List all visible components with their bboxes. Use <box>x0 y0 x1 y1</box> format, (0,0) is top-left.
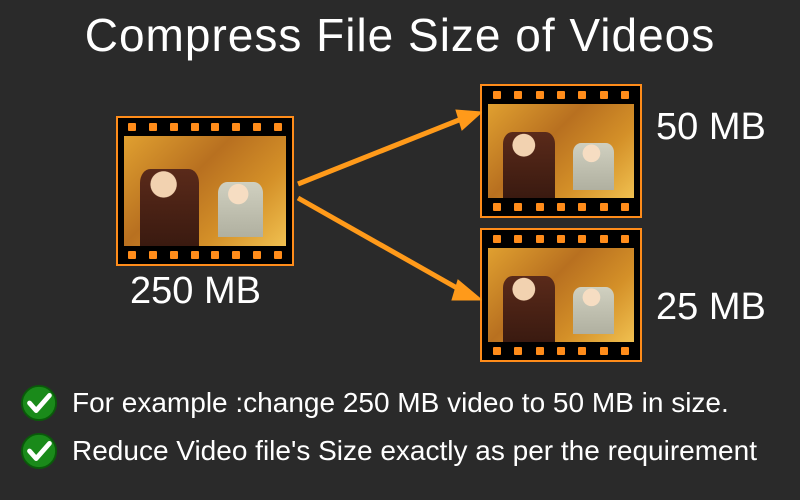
feature-bullet: For example :change 250 MB video to 50 M… <box>20 384 780 422</box>
output-video-thumb-1 <box>480 84 642 218</box>
arrow-to-output-2 <box>296 192 482 304</box>
thumbnail-image <box>488 104 634 198</box>
source-size-label: 250 MB <box>130 270 261 313</box>
feature-bullet: Reduce Video file's Size exactly as per … <box>20 432 780 470</box>
feature-bullets: For example :change 250 MB video to 50 M… <box>20 374 780 480</box>
bullet-text: Reduce Video file's Size exactly as per … <box>72 435 757 467</box>
output-video-thumb-2 <box>480 228 642 362</box>
output-size-label-1: 50 MB <box>656 106 766 149</box>
thumbnail-image <box>488 248 634 342</box>
film-sprockets-top <box>482 88 640 102</box>
check-icon <box>20 432 58 470</box>
check-icon <box>20 384 58 422</box>
film-sprockets-top <box>118 120 292 134</box>
film-sprockets-bottom <box>118 248 292 262</box>
arrow-to-output-1 <box>296 108 482 188</box>
film-sprockets-bottom <box>482 200 640 214</box>
page-title: Compress File Size of Videos <box>0 8 800 62</box>
output-size-label-2: 25 MB <box>656 286 766 329</box>
promo-slide: Compress File Size of Videos FUJI RTP 25… <box>0 0 800 500</box>
source-video-thumb: FUJI RTP <box>116 116 294 266</box>
bullet-text: For example :change 250 MB video to 50 M… <box>72 387 729 419</box>
film-sprockets-top <box>482 232 640 246</box>
film-sprockets-bottom <box>482 344 640 358</box>
thumbnail-image <box>124 136 286 246</box>
